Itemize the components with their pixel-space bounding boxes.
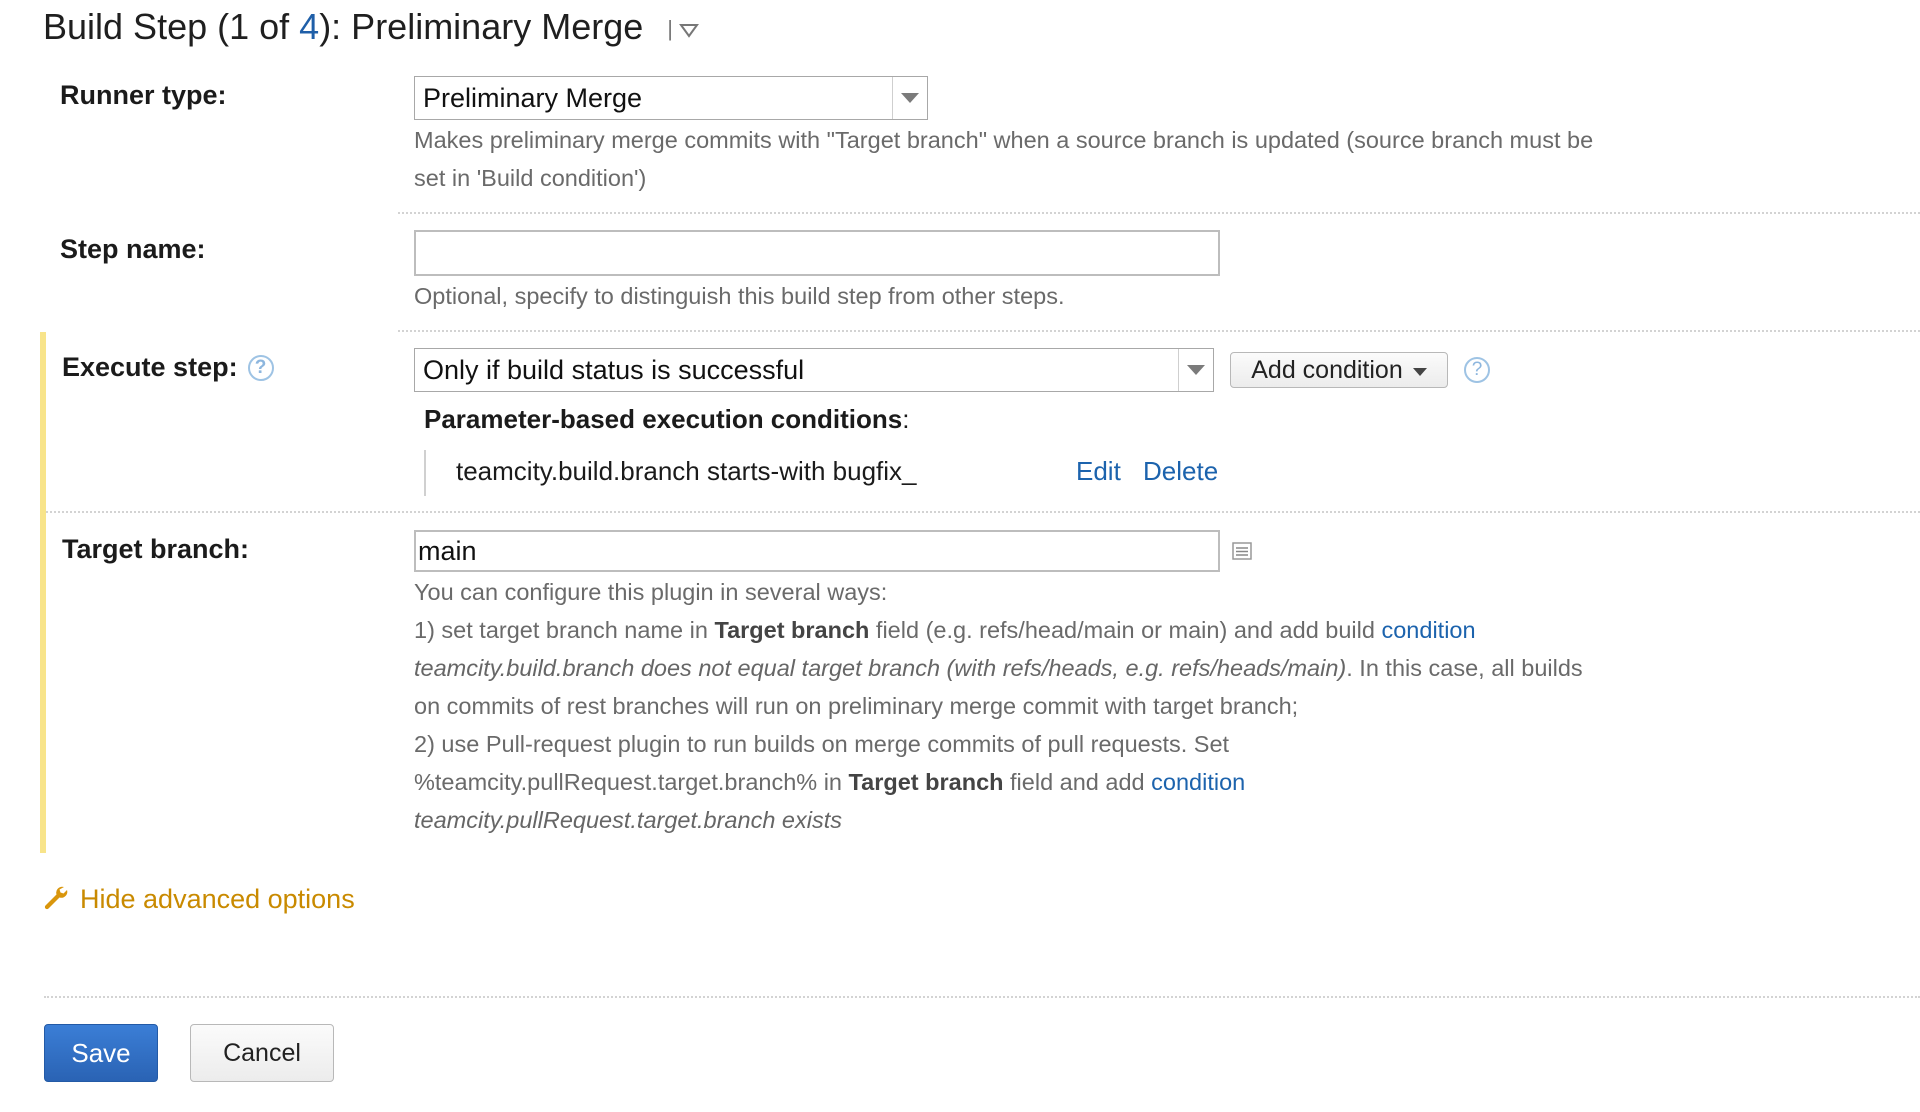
modified-section-marker [40, 332, 46, 853]
divider [46, 511, 1920, 513]
runner-type-select[interactable]: Preliminary Merge [414, 76, 928, 120]
condition-link[interactable]: condition [1381, 617, 1475, 643]
execute-step-label-row: Execute step: ? [62, 352, 274, 383]
execute-step-select[interactable]: Only if build status is successful [414, 348, 1214, 392]
page-title: Build Step (1 of 4): Preliminary Merge | [43, 6, 699, 48]
chevron-down-icon [892, 77, 927, 119]
step-name-label: Step name: [60, 234, 206, 264]
wrench-icon [42, 884, 68, 915]
step-name-input[interactable] [414, 230, 1220, 276]
parameter-list-icon[interactable] [1232, 542, 1252, 565]
condition-rule [424, 450, 426, 496]
help-icon[interactable]: ? [247, 354, 274, 381]
target-branch-label: Target branch: [62, 534, 250, 564]
condition-text: teamcity.build.branch starts-with bugfix… [456, 456, 917, 486]
step-count-link[interactable]: 4 [299, 6, 319, 47]
chevron-down-icon [1178, 349, 1213, 391]
divider [398, 330, 1920, 332]
runner-type-label: Runner type: [60, 80, 227, 110]
dropdown-menu-icon[interactable]: | [667, 16, 699, 42]
add-condition-button[interactable]: Add condition [1230, 352, 1448, 388]
runner-description: Makes preliminary merge commits with "Ta… [414, 127, 1594, 191]
cancel-button[interactable]: Cancel [190, 1024, 334, 1082]
divider [44, 996, 1920, 998]
target-branch-help: You can configure this plugin in several… [414, 579, 1583, 833]
execute-step-label: Execute step: [62, 352, 238, 382]
save-button[interactable]: Save [44, 1024, 158, 1082]
caret-down-icon [1412, 368, 1427, 376]
divider [398, 212, 1920, 214]
edit-condition-link[interactable]: Edit [1076, 456, 1121, 487]
hide-advanced-options-link[interactable]: Hide advanced options [42, 884, 355, 915]
target-branch-input[interactable]: main [414, 530, 1220, 572]
delete-condition-link[interactable]: Delete [1143, 456, 1218, 487]
help-icon[interactable]: ? [1464, 357, 1490, 383]
step-name-hint: Optional, specify to distinguish this bu… [414, 283, 1065, 309]
condition-link[interactable]: condition [1151, 769, 1245, 795]
conditions-heading: Parameter-based execution conditions: [424, 404, 910, 434]
